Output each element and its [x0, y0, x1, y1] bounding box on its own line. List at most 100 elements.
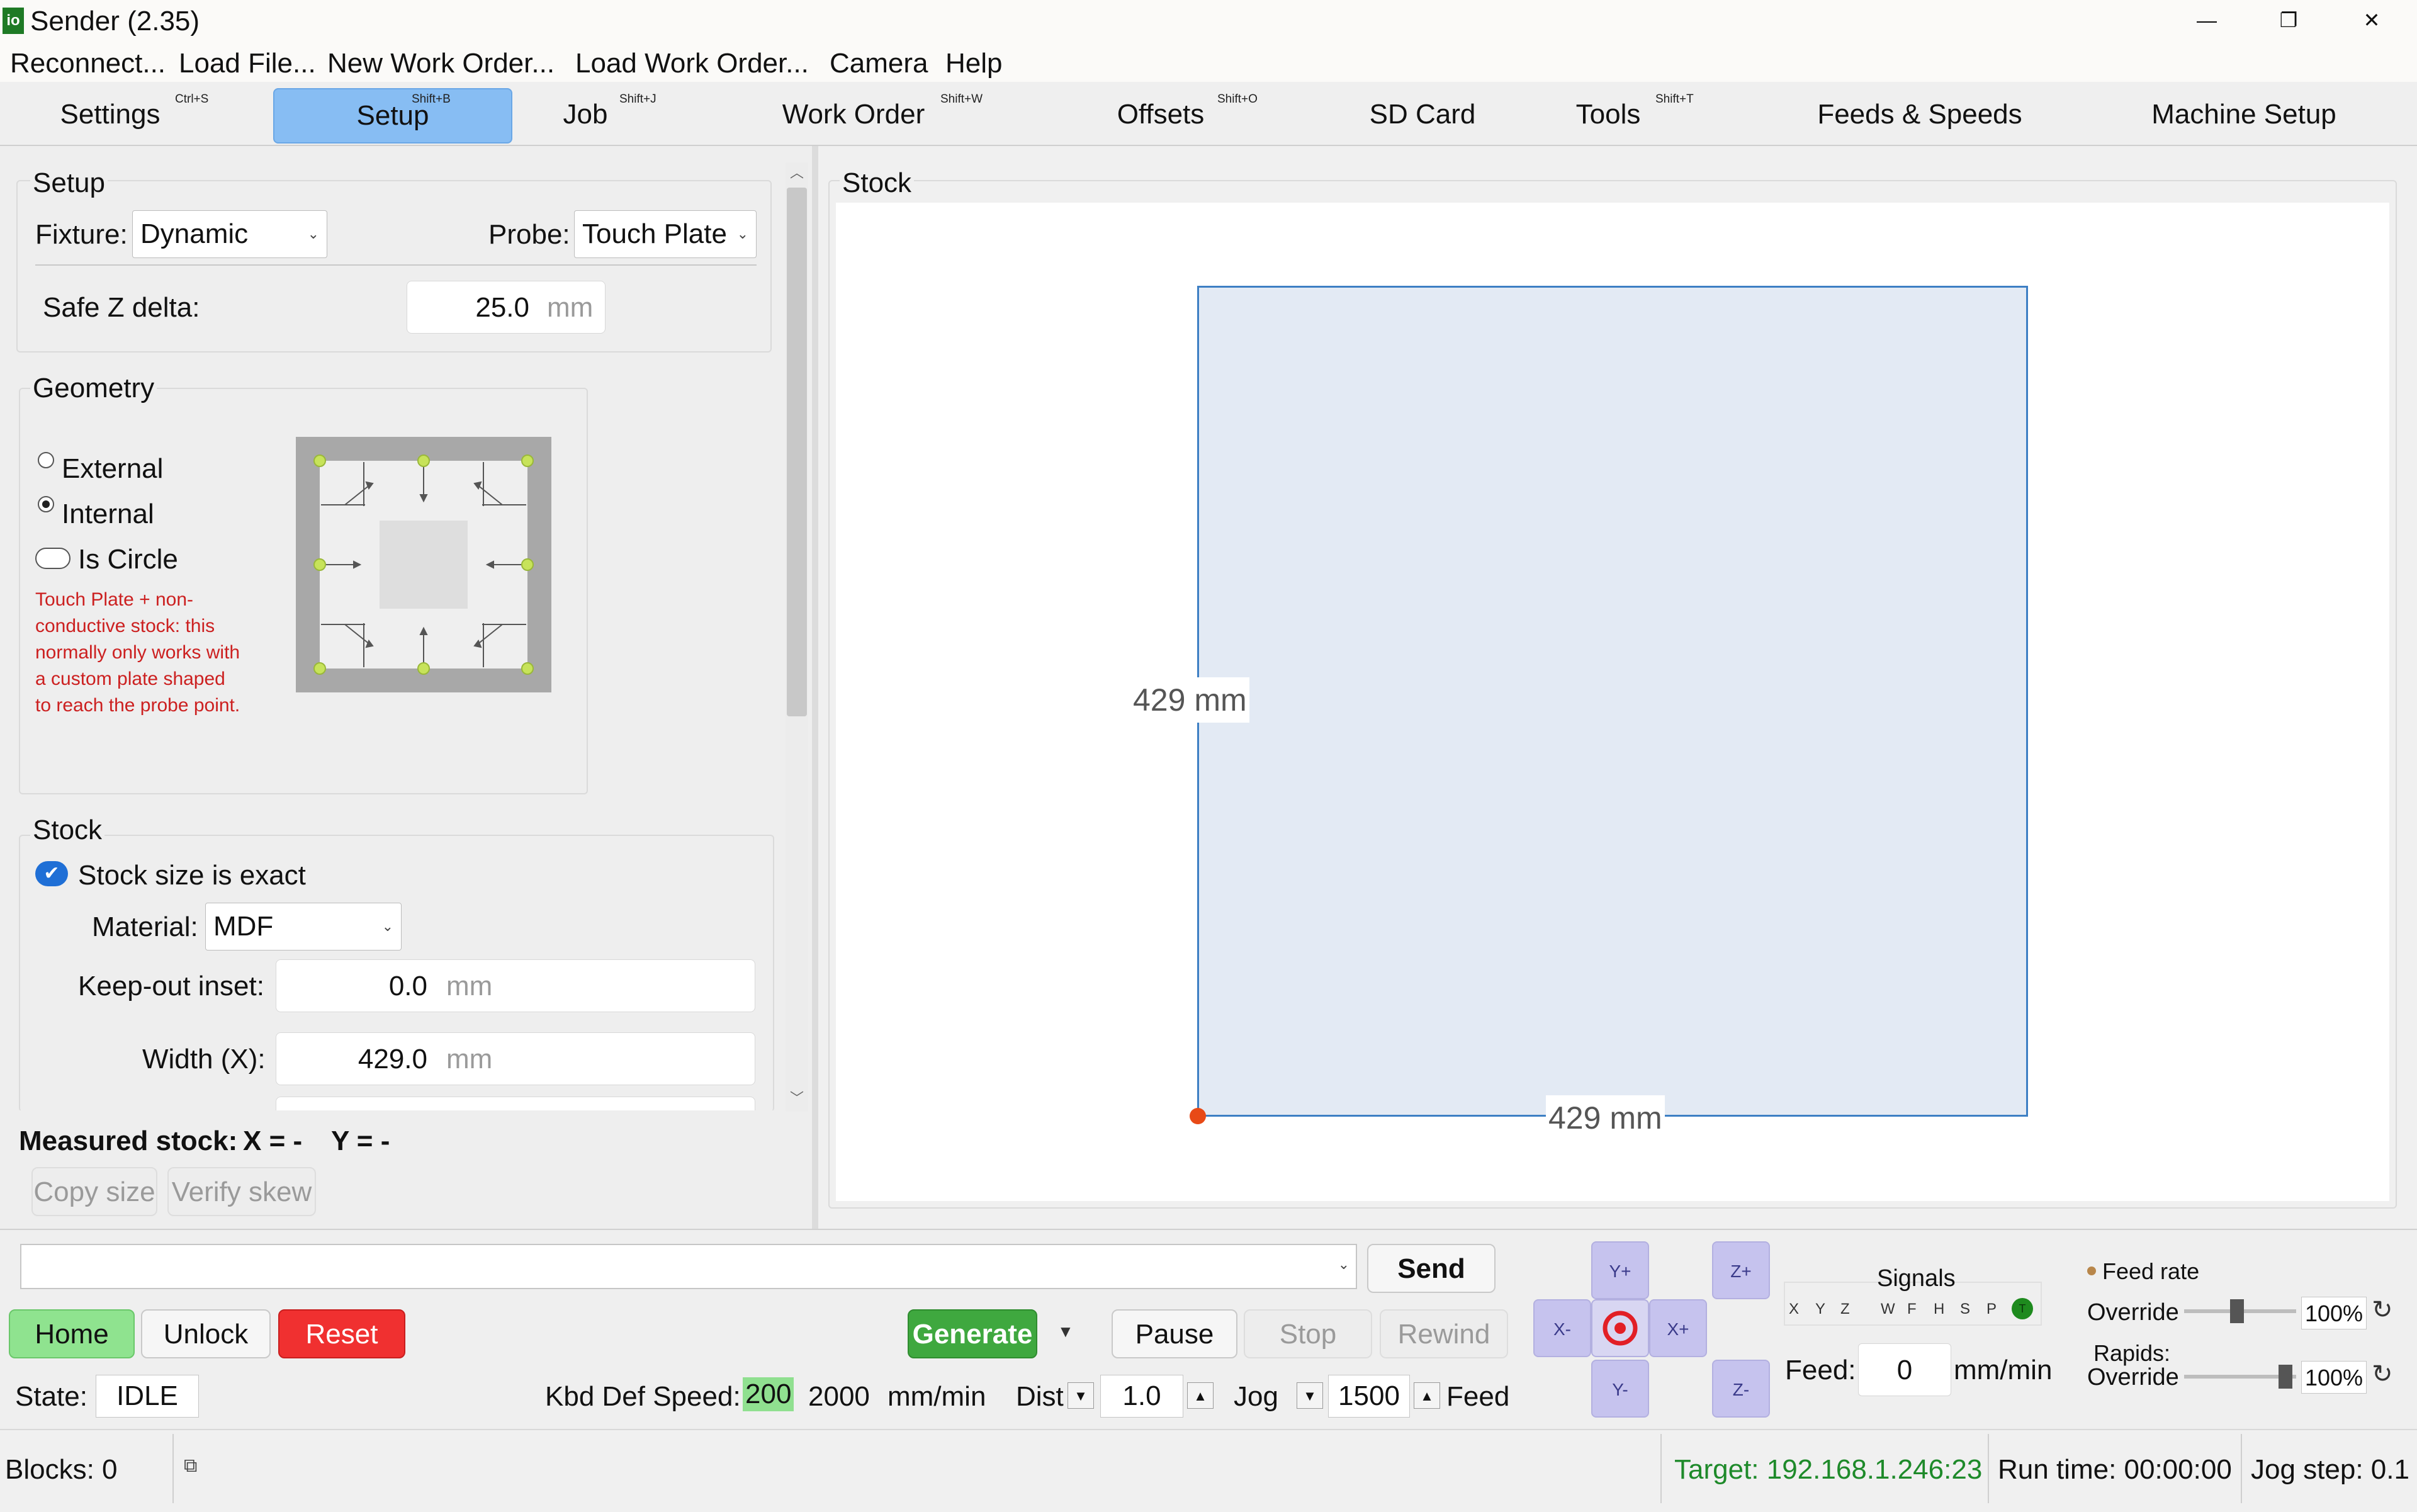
- menu-help[interactable]: Help: [945, 47, 1003, 81]
- pause-button[interactable]: Pause: [1112, 1309, 1237, 1358]
- safe-z-field[interactable]: 25.0 mm: [407, 281, 606, 334]
- state-value: IDLE: [96, 1375, 199, 1418]
- menu-load-work-order[interactable]: Load Work Order...: [575, 47, 809, 81]
- home-button[interactable]: Home: [9, 1309, 135, 1358]
- jog-y-plus-button[interactable]: Y+: [1591, 1241, 1649, 1299]
- copy-icon[interactable]: ⧉: [184, 1455, 197, 1477]
- signal-s: S: [1960, 1300, 1971, 1317]
- generate-dropdown-icon[interactable]: ▼: [1057, 1322, 1074, 1341]
- feed-value: 0: [1858, 1343, 1951, 1396]
- signal-p: P: [1986, 1300, 1997, 1317]
- tab-job[interactable]: Job: [541, 88, 629, 141]
- jog-center-button[interactable]: [1591, 1299, 1649, 1357]
- probe-select[interactable]: Touch Plate ⌄: [574, 210, 757, 258]
- send-button[interactable]: Send: [1367, 1244, 1496, 1293]
- signal-w: W: [1881, 1300, 1895, 1317]
- feed-override-value[interactable]: 100%: [2301, 1297, 2367, 1329]
- is-circle-toggle[interactable]: [35, 548, 70, 569]
- window-title: Sender (2.35): [30, 6, 200, 37]
- fixture-label: Fixture:: [35, 219, 128, 250]
- stop-button[interactable]: Stop: [1244, 1309, 1372, 1358]
- menu-reconnect[interactable]: Reconnect...: [10, 47, 166, 81]
- tab-work-order[interactable]: Work Order: [768, 88, 939, 141]
- tab-setup[interactable]: Setup: [273, 88, 512, 144]
- geometry-group-title: Geometry: [30, 371, 157, 405]
- kbd-speed-200[interactable]: 200: [743, 1377, 794, 1411]
- height-field-partial[interactable]: [276, 1097, 755, 1110]
- chevron-down-icon: ⌄: [307, 226, 319, 242]
- dist-value[interactable]: 1.0: [1100, 1375, 1183, 1418]
- tab-sd-card[interactable]: SD Card: [1360, 88, 1485, 141]
- restore-button[interactable]: ❐: [2251, 0, 2326, 40]
- rapids-override-thumb[interactable]: [2278, 1365, 2292, 1389]
- dist-decrease-icon[interactable]: ▼: [1068, 1382, 1094, 1409]
- external-label: External: [62, 453, 164, 484]
- menu-camera[interactable]: Camera: [830, 47, 928, 81]
- jog-step: Jog step: 0.1: [2251, 1454, 2409, 1485]
- jog-increase-icon[interactable]: ▲: [1414, 1382, 1440, 1409]
- jog-x-minus-button[interactable]: X-: [1533, 1299, 1591, 1357]
- kbd-def-speed-label: Kbd Def Speed:: [545, 1381, 741, 1412]
- verify-skew-button[interactable]: Verify skew: [167, 1167, 316, 1216]
- fixture-select[interactable]: Dynamic ⌄: [132, 210, 327, 258]
- jog-feed-value[interactable]: 1500: [1328, 1375, 1410, 1418]
- run-time: Run time: 00:00:00: [1998, 1454, 2232, 1485]
- signals-title: Signals: [1877, 1265, 1956, 1292]
- panel-splitter[interactable]: [812, 146, 818, 1229]
- signal-t-indicator: T: [2012, 1298, 2033, 1319]
- reset-button[interactable]: Reset: [278, 1309, 405, 1358]
- touch-plate-warning: Touch Plate + non-conductive stock: this…: [35, 589, 240, 716]
- signal-h: H: [1934, 1300, 1945, 1317]
- rapids-override-reset-icon[interactable]: ↻: [2372, 1360, 2393, 1389]
- menu-new-work-order[interactable]: New Work Order...: [327, 47, 555, 81]
- minimize-button[interactable]: —: [2169, 0, 2245, 40]
- scroll-down-icon[interactable]: ﹀: [787, 1088, 807, 1109]
- unlock-button[interactable]: Unlock: [141, 1309, 271, 1358]
- tab-offsets-shortcut: Shift+O: [1217, 93, 1258, 106]
- dist-label: Dist: [1016, 1381, 1064, 1412]
- diagram-center: [380, 521, 468, 609]
- state-label: State:: [15, 1381, 87, 1412]
- jog-z-minus-button[interactable]: Z-: [1712, 1360, 1770, 1418]
- scroll-up-icon[interactable]: ︿: [787, 162, 807, 184]
- feed-override-reset-icon[interactable]: ↻: [2372, 1295, 2393, 1324]
- stock-exact-checkbox[interactable]: ✔: [35, 861, 68, 886]
- width-field[interactable]: 429.0 mm: [276, 1032, 755, 1085]
- internal-radio[interactable]: [38, 496, 54, 512]
- kbd-speed-2000[interactable]: 2000: [808, 1380, 870, 1414]
- rewind-button[interactable]: Rewind: [1380, 1309, 1508, 1358]
- menu-load-file[interactable]: Load File...: [179, 47, 316, 81]
- generate-button[interactable]: Generate: [908, 1309, 1037, 1358]
- target-address: Target: 192.168.1.246:23: [1674, 1454, 1983, 1485]
- jog-x-plus-button[interactable]: X+: [1649, 1299, 1707, 1357]
- dist-increase-icon[interactable]: ▲: [1187, 1382, 1214, 1409]
- rapids-override-value[interactable]: 100%: [2301, 1361, 2367, 1394]
- target-icon: [1603, 1311, 1638, 1346]
- jog-y-minus-button[interactable]: Y-: [1591, 1360, 1649, 1418]
- material-label: Material:: [92, 911, 198, 942]
- material-select[interactable]: MDF ⌄: [205, 903, 402, 951]
- jog-decrease-icon[interactable]: ▼: [1297, 1382, 1323, 1409]
- stock-height-label: 429 mm: [1130, 677, 1249, 723]
- stock-rectangle: [1197, 286, 2028, 1117]
- setup-group-title: Setup: [30, 166, 108, 200]
- external-radio[interactable]: [38, 452, 54, 468]
- feed-override-thumb[interactable]: [2230, 1299, 2245, 1323]
- status-divider: [2241, 1434, 2242, 1503]
- tab-tools-shortcut: Shift+T: [1655, 93, 1694, 106]
- jog-z-plus-button[interactable]: Z+: [1712, 1241, 1770, 1299]
- tab-settings[interactable]: Settings: [38, 88, 183, 141]
- left-scrollbar-thumb[interactable]: [787, 188, 807, 716]
- tab-offsets[interactable]: Offsets: [1093, 88, 1229, 141]
- tab-machine-setup[interactable]: Machine Setup: [2134, 88, 2354, 141]
- keepout-field[interactable]: 0.0 mm: [276, 959, 755, 1012]
- close-button[interactable]: ✕: [2334, 0, 2409, 40]
- console-input[interactable]: ⌄: [20, 1244, 1357, 1289]
- copy-size-button[interactable]: Copy size: [31, 1167, 157, 1216]
- tab-tools[interactable]: Tools: [1555, 88, 1662, 141]
- signal-t: T: [2019, 1302, 2026, 1315]
- tab-feeds-speeds[interactable]: Feeds & Speeds: [1800, 88, 2039, 141]
- fixture-select-value: Dynamic: [140, 218, 249, 249]
- width-value: 429.0: [358, 1044, 427, 1075]
- status-divider: [1660, 1434, 1662, 1503]
